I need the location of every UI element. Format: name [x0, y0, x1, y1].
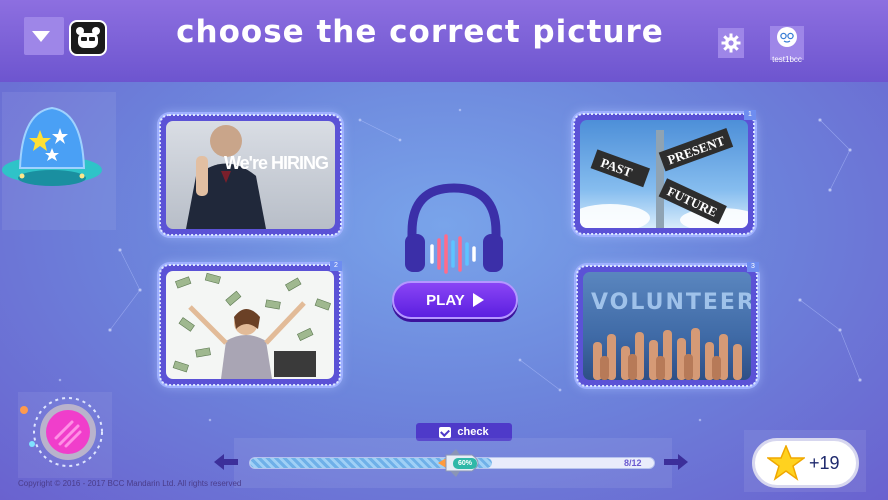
- score-value: +19: [809, 452, 840, 473]
- answer-card-signpost[interactable]: PRESENT PAST FUTURE 1: [573, 110, 756, 235]
- answer-card-hiring[interactable]: We're HIRING: [159, 114, 342, 236]
- previous-arrow-icon[interactable]: [214, 454, 238, 470]
- top-bar: choose the correct picture test1bcc: [0, 0, 888, 82]
- headphones-icon: [405, 183, 503, 274]
- gear-icon[interactable]: [718, 28, 744, 58]
- business-hiring-photo: We're HIRING: [166, 121, 335, 229]
- card-number-badge: 2: [330, 261, 342, 271]
- hiring-text: We're HIRING: [224, 153, 329, 173]
- question-count-label: 8/12: [624, 458, 642, 468]
- score-badge: +19: [752, 438, 859, 488]
- card-number-badge: 3: [747, 262, 759, 272]
- triangle-down-icon: [32, 31, 50, 42]
- answer-card-money[interactable]: 2: [159, 261, 342, 386]
- page-title: choose the correct picture: [176, 14, 664, 50]
- progress-percent-label: 60%: [453, 458, 477, 469]
- next-arrow-icon[interactable]: [664, 454, 688, 470]
- star-icon: [767, 445, 805, 481]
- username-label: test1bcc: [772, 55, 802, 64]
- answer-card-volunteer[interactable]: VOLUNTEER 3: [576, 262, 759, 387]
- copyright-text: Copyright © 2016 - 2017 BCC Mandarin Ltd…: [18, 479, 242, 488]
- signpost-photo: PRESENT PAST FUTURE: [580, 120, 748, 228]
- portal-planet: [18, 392, 112, 478]
- checkbox-icon: [439, 426, 452, 438]
- ufo-mascot: [2, 92, 116, 230]
- money-rain-photo: [166, 271, 334, 379]
- play-audio-button[interactable]: PLAY: [392, 281, 518, 319]
- user-profile-button[interactable]: test1bcc: [770, 26, 804, 64]
- user-avatar-icon: [777, 27, 797, 47]
- panda-app-icon[interactable]: [69, 20, 107, 56]
- menu-dropdown-button[interactable]: [24, 17, 64, 55]
- card-number-badge: 1: [744, 110, 756, 120]
- check-label: check: [457, 426, 489, 438]
- volunteer-hands-photo: VOLUNTEER: [583, 272, 751, 380]
- svg-text:PRESENT: PRESENT: [665, 133, 727, 168]
- play-icon: [472, 293, 484, 307]
- play-label: PLAY: [426, 291, 465, 309]
